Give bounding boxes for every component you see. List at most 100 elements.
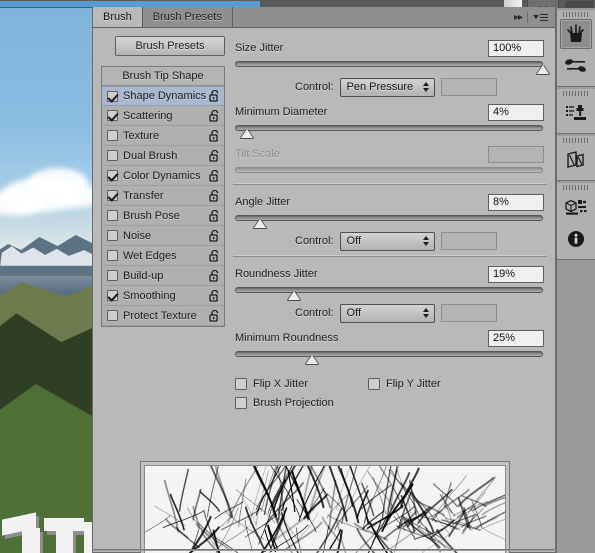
size-control-value: Pen Pressure: [346, 81, 414, 93]
size-jitter-row: Size Jitter 100%: [233, 38, 547, 58]
brush-option-checkbox[interactable]: [107, 210, 118, 221]
flip-jitter-row: Flip X Jitter Flip Y Jitter: [233, 374, 547, 393]
double-chevron-right-icon[interactable]: ▸▸: [514, 12, 523, 23]
brush-option-checkbox[interactable]: [107, 270, 118, 281]
panel-body: Brush Presets Brush Tip Shape Shape Dyna…: [93, 28, 557, 553]
brush-presets-icon[interactable]: [560, 51, 592, 81]
angle-jitter-row: Angle Jitter 8%: [233, 192, 547, 212]
3d-panel-icon[interactable]: [560, 192, 592, 222]
angle-jitter-slider[interactable]: [235, 214, 543, 228]
flip-y-jitter-label: Flip Y Jitter: [386, 377, 441, 390]
brush-option-row[interactable]: Smoothing: [102, 286, 224, 306]
roundness-control-value: Off: [346, 307, 362, 319]
tab-brush-label: Brush: [103, 11, 132, 23]
size-jitter-value: 100%: [493, 42, 522, 54]
brush-option-row[interactable]: Noise: [102, 226, 224, 246]
slider-thumb[interactable]: [241, 129, 254, 138]
size-jitter-input[interactable]: 100%: [488, 39, 544, 57]
minimum-diameter-input[interactable]: 4%: [488, 103, 544, 121]
brush-projection-checkbox[interactable]: [235, 396, 247, 409]
dock-grip[interactable]: [563, 89, 589, 97]
brush-option-checkbox[interactable]: [107, 170, 118, 181]
brush-option-checkbox[interactable]: [107, 130, 118, 141]
lock-icon[interactable]: [209, 289, 220, 302]
roundness-jitter-input[interactable]: 19%: [488, 265, 544, 283]
angle-control-select[interactable]: Off: [339, 231, 435, 251]
flip-x-jitter-checkbox[interactable]: [235, 377, 247, 390]
brush-projection-label: Brush Projection: [253, 396, 334, 409]
brush-option-row[interactable]: Scattering: [102, 106, 224, 126]
lock-icon[interactable]: [209, 189, 220, 202]
brush-option-checkbox[interactable]: [107, 190, 118, 201]
brush-option-label: Dual Brush: [123, 149, 178, 162]
brush-presets-button[interactable]: Brush Presets: [115, 36, 225, 56]
angle-control-extra-field: [440, 232, 497, 250]
brush-option-checkbox[interactable]: [107, 90, 118, 102]
brush-options-list: Brush Tip Shape Shape Dynamics Scattering…: [101, 66, 225, 327]
lock-icon[interactable]: [209, 129, 220, 142]
brush-option-row[interactable]: Dual Brush: [102, 146, 224, 166]
tab-brush[interactable]: Brush: [93, 7, 143, 27]
minimum-diameter-row: Minimum Diameter 4%: [233, 102, 547, 122]
color-swatch-icon[interactable]: [565, 1, 593, 14]
info-panel-icon[interactable]: [560, 224, 592, 254]
dock-grip[interactable]: [563, 183, 589, 191]
lock-icon[interactable]: [209, 109, 220, 122]
brush-panel-icon[interactable]: [560, 19, 592, 49]
roundness-jitter-section: Roundness Jitter 19% Control: Off: [233, 256, 547, 324]
minimum-diameter-label: Minimum Diameter: [235, 106, 328, 118]
minimum-diameter-slider[interactable]: [235, 124, 543, 138]
brush-option-row[interactable]: Shape Dynamics: [102, 86, 224, 106]
brush-option-checkbox[interactable]: [107, 110, 118, 121]
slider-thumb[interactable]: [306, 355, 318, 364]
brush-option-row[interactable]: Color Dynamics: [102, 166, 224, 186]
brush-option-checkbox[interactable]: [107, 150, 118, 161]
brush-option-row[interactable]: Wet Edges: [102, 246, 224, 266]
dock-grip[interactable]: [563, 136, 589, 144]
lock-icon[interactable]: [209, 169, 220, 182]
brush-option-checkbox[interactable]: [107, 290, 118, 301]
minimum-roundness-value: 25%: [493, 332, 516, 344]
slider-track: [235, 125, 543, 131]
document-canvas[interactable]: [0, 8, 100, 553]
panel-menu-icon[interactable]: [533, 13, 548, 21]
brush-option-row[interactable]: Texture: [102, 126, 224, 146]
brush-tip-shape-item[interactable]: Brush Tip Shape: [102, 67, 224, 86]
clone-source-icon[interactable]: [560, 98, 592, 128]
angle-jitter-input[interactable]: 8%: [488, 193, 544, 211]
minimum-roundness-section: Minimum Roundness 25%: [233, 324, 547, 364]
size-control-select[interactable]: Pen Pressure: [339, 77, 435, 97]
tilt-scale-section: Tilt Scale: [233, 140, 547, 180]
roundness-jitter-slider[interactable]: [235, 286, 543, 300]
tab-brush-presets[interactable]: Brush Presets: [142, 7, 233, 27]
lock-icon[interactable]: [209, 149, 220, 162]
minimum-roundness-row: Minimum Roundness 25%: [233, 328, 547, 348]
panel-tab-bar: Brush Brush Presets ▸▸: [93, 7, 555, 28]
slider-thumb[interactable]: [253, 219, 266, 228]
brush-option-row[interactable]: Transfer: [102, 186, 224, 206]
brush-option-checkbox[interactable]: [107, 250, 118, 261]
lock-icon[interactable]: [209, 89, 220, 102]
lock-icon[interactable]: [209, 309, 220, 322]
brush-option-checkbox[interactable]: [107, 310, 118, 321]
size-jitter-slider[interactable]: [235, 60, 549, 74]
brush-option-row[interactable]: Build-up: [102, 266, 224, 286]
size-control-label: Control:: [295, 81, 334, 93]
panel-header-controls: ▸▸: [507, 7, 555, 27]
slider-thumb[interactable]: [537, 65, 549, 74]
brush-option-row[interactable]: Brush Pose: [102, 206, 224, 226]
minimum-roundness-input[interactable]: 25%: [488, 329, 544, 347]
roundness-control-select[interactable]: Off: [339, 303, 435, 323]
lock-icon[interactable]: [209, 249, 220, 262]
minimum-roundness-slider[interactable]: [235, 350, 543, 364]
lock-icon[interactable]: [209, 229, 220, 242]
dock-grip[interactable]: [563, 10, 589, 18]
brush-option-row[interactable]: Protect Texture: [102, 306, 224, 326]
slider-thumb[interactable]: [287, 291, 300, 300]
brush-stroke-preview: [140, 461, 510, 553]
flip-y-jitter-checkbox[interactable]: [368, 377, 381, 390]
lock-icon[interactable]: [209, 209, 220, 222]
brush-option-checkbox[interactable]: [107, 230, 118, 241]
lock-icon[interactable]: [209, 269, 220, 282]
layer-comps-icon[interactable]: [560, 145, 592, 175]
